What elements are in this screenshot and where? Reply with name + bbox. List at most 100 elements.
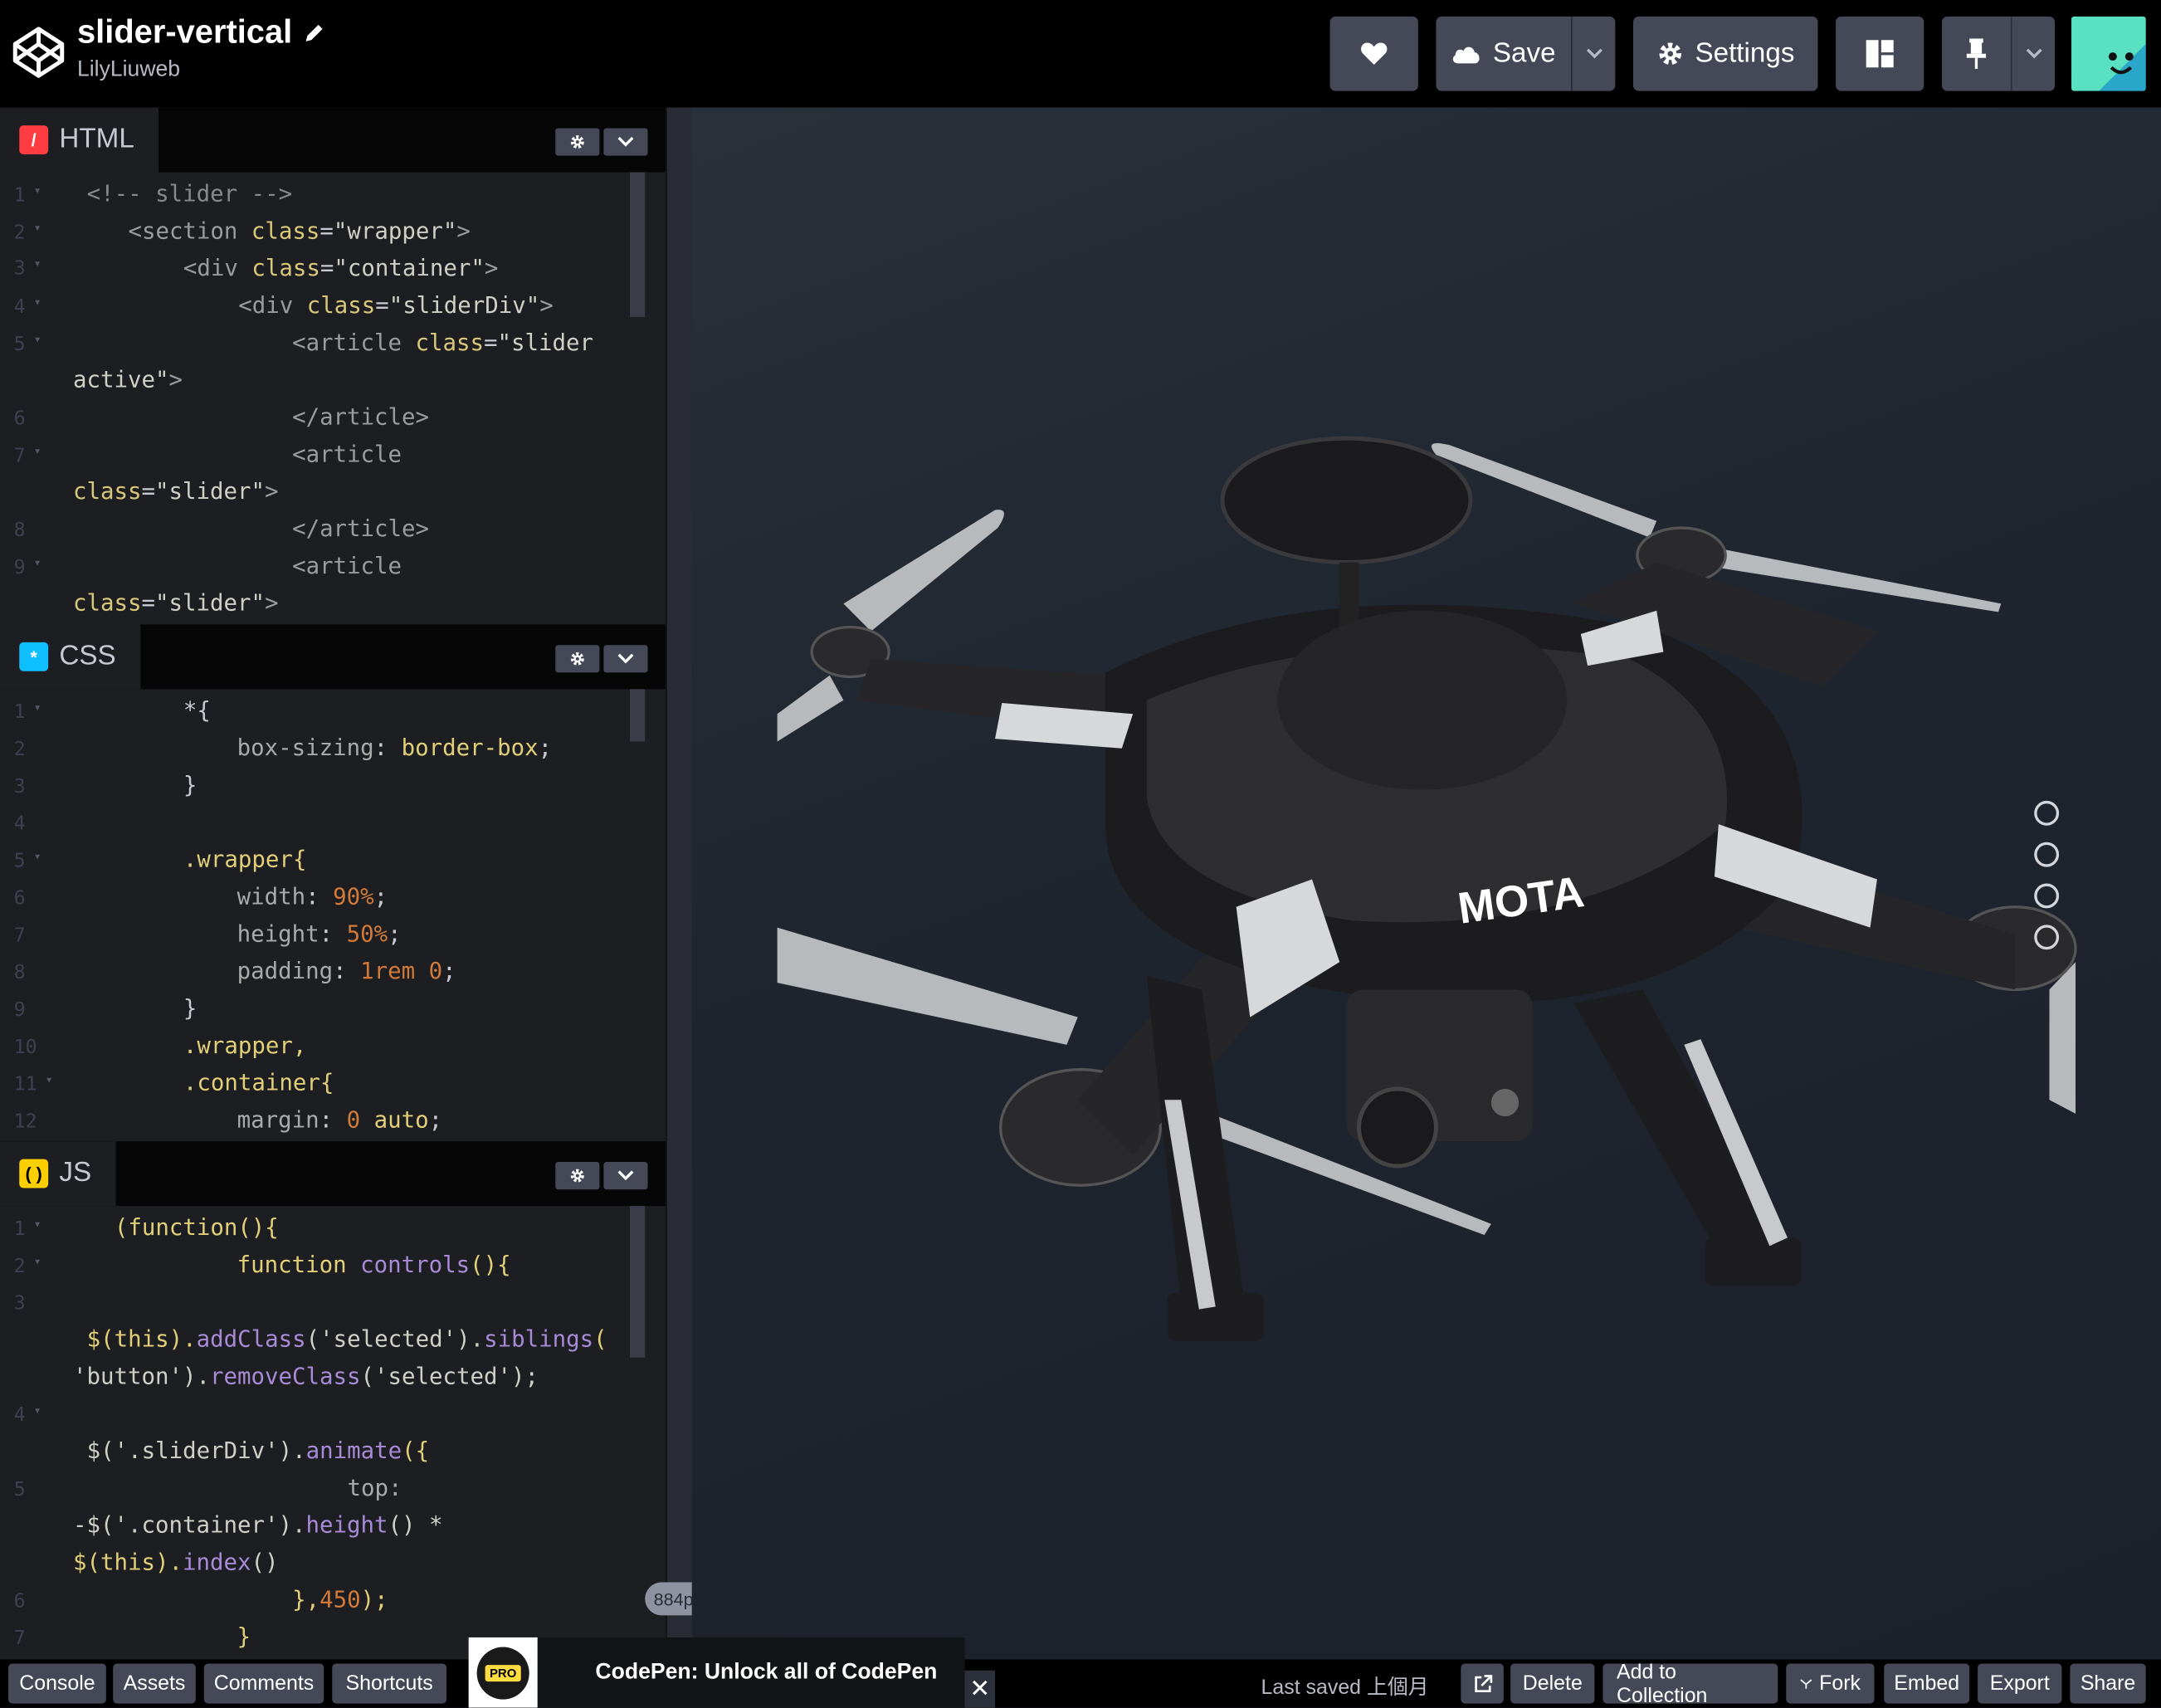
code-line: 'button').removeClass('selected'); [73,1363,539,1389]
slider-dot-3[interactable] [2034,883,2060,909]
code-line: .wrapper{ [183,846,307,873]
html-badge-icon: / [19,125,49,154]
line-number: 4 [13,813,26,836]
code-line: <div class="sliderDiv"> [238,292,554,319]
line-number: 7 [13,925,26,947]
line-number: 9 [13,999,26,1022]
code-line: active"> [73,366,183,393]
pro-promo-banner[interactable]: PRO CodePen: Unlock all of CodePen [468,1637,965,1708]
code-line: *{ [183,697,211,724]
code-line: (function(){ [114,1214,279,1241]
code-line: function controls(){ [237,1251,511,1278]
add-to-collection-button[interactable]: Add to Collection [1602,1660,1778,1707]
slider-dot-1[interactable] [2034,800,2060,826]
code-line: class="slider"> [73,478,279,505]
fork-button[interactable]: Fork [1786,1663,1875,1704]
css-pane-header: * CSS [0,624,666,690]
pin-button[interactable] [1941,16,2011,91]
css-code-area[interactable]: 1 ▾ 2 3 4 5 ▾ 6 7 8 9 10 11 ▾ 12 *{ box-siz… [0,689,648,1141]
slider-dot-4[interactable] [2034,925,2060,950]
editor-resize-handle[interactable] [666,107,692,1660]
assets-button[interactable]: Assets [113,1663,196,1704]
heart-icon [1361,42,1388,66]
pin-icon [1966,38,1987,70]
love-button[interactable] [1329,16,1418,91]
export-button[interactable]: Export [1978,1663,2062,1704]
last-saved-status: Last saved 上個月 [1261,1676,1429,1700]
line-number: 11 [13,1073,37,1096]
editor-column: / HTML 1 ▾ 2 ▾ 3 ▾ 4 ▾ 5 ▾ 6 7 ▾ 8 9 ▾ <!-- sli… [0,107,666,1660]
pin-options-button[interactable] [2010,16,2056,91]
css-editor-pane: * CSS 1 ▾ 2 3 4 5 ▾ 6 7 8 9 10 11 ▾ 12 *… [0,624,666,1142]
console-button[interactable]: Console [7,1663,106,1704]
css-tab[interactable]: * CSS [0,624,141,690]
pen-title[interactable]: slider-vertical [77,14,292,52]
delete-button[interactable]: Delete [1510,1663,1595,1704]
html-collapse-button[interactable] [603,128,648,156]
gear-icon [570,135,584,149]
js-editor-pane: ( ) JS 1 ▾ 2 ▾ 3 4 ▾ 5 6 7 (function(){ fun… [0,1141,666,1660]
css-tab-label: CSS [59,641,116,671]
js-scrollbar[interactable] [629,1206,646,1358]
js-settings-button[interactable] [555,1161,600,1190]
settings-label: Settings [1695,37,1795,69]
gear-icon [570,651,584,666]
code-line: } [237,1623,251,1650]
code-line: </article> [292,515,430,542]
html-tab[interactable]: / HTML [0,107,159,173]
css-scrollbar[interactable] [629,689,646,742]
comments-button[interactable]: Comments [203,1663,324,1704]
line-number: 3 [13,257,26,281]
save-options-button[interactable] [1571,16,1616,91]
code-line: <div class="container"> [183,255,499,281]
open-external-button[interactable] [1461,1663,1504,1704]
html-settings-button[interactable] [555,128,600,156]
embed-button[interactable]: Embed [1884,1663,1970,1704]
line-number: 2 [13,1255,26,1278]
css-badge-icon: * [19,642,49,671]
css-settings-button[interactable] [555,645,600,673]
pro-badge-label: PRO [485,1664,521,1681]
code-line: $(this).index() [73,1549,279,1576]
codepen-logo-icon[interactable] [11,25,66,80]
js-collapse-button[interactable] [603,1161,648,1190]
close-icon[interactable]: ✕ [964,1670,996,1708]
line-number: 1 [13,184,26,207]
line-number: 10 [13,1036,37,1059]
share-button[interactable]: Share [2070,1663,2146,1704]
user-avatar[interactable] [2071,16,2146,91]
chevron-down-icon [2025,48,2041,59]
line-number: 7 [13,1627,26,1650]
line-number: 9 [13,556,26,579]
bottom-bar: Console Assets Comments Shortcuts PRO Co… [0,1637,2161,1708]
slider-dot-2[interactable] [2034,842,2060,867]
code-line: <article [292,552,402,579]
cloud-icon [1453,46,1480,64]
code-line: },450); [292,1586,388,1613]
pencil-icon[interactable] [304,22,326,45]
chevron-down-icon [617,136,634,147]
save-label: Save [1492,37,1556,69]
line-number: 8 [13,962,26,984]
layout-icon [1866,40,1894,68]
html-editor-pane: / HTML 1 ▾ 2 ▾ 3 ▾ 4 ▾ 5 ▾ 6 7 ▾ 8 9 ▾ <!-- sli… [0,107,666,625]
code-line: <section class="wrapper"> [128,217,471,244]
html-scrollbar[interactable] [629,172,646,317]
save-button[interactable]: Save [1436,16,1572,91]
js-code-area[interactable]: 1 ▾ 2 ▾ 3 4 ▾ 5 6 7 (function(){ function c… [0,1206,648,1659]
shortcuts-button[interactable]: Shortcuts [332,1663,447,1704]
preview-pane[interactable]: MOTA [691,107,2161,1660]
js-badge-icon: ( ) [19,1159,49,1188]
line-number: 3 [13,775,26,798]
code-line: top: [347,1474,402,1501]
change-view-button[interactable] [1836,16,1924,91]
css-collapse-button[interactable] [603,645,648,673]
line-number: 2 [13,222,26,244]
settings-button[interactable]: Settings [1632,16,1818,91]
line-number: 5 [13,333,26,356]
line-number: 6 [13,887,26,910]
gear-icon [570,1169,584,1183]
author-name[interactable]: LilyLiuweb [77,58,325,83]
js-tab[interactable]: ( ) JS [0,1141,117,1207]
html-code-area[interactable]: 1 ▾ 2 ▾ 3 ▾ 4 ▾ 5 ▾ 6 7 ▾ 8 9 ▾ <!-- slider -->… [0,172,648,625]
